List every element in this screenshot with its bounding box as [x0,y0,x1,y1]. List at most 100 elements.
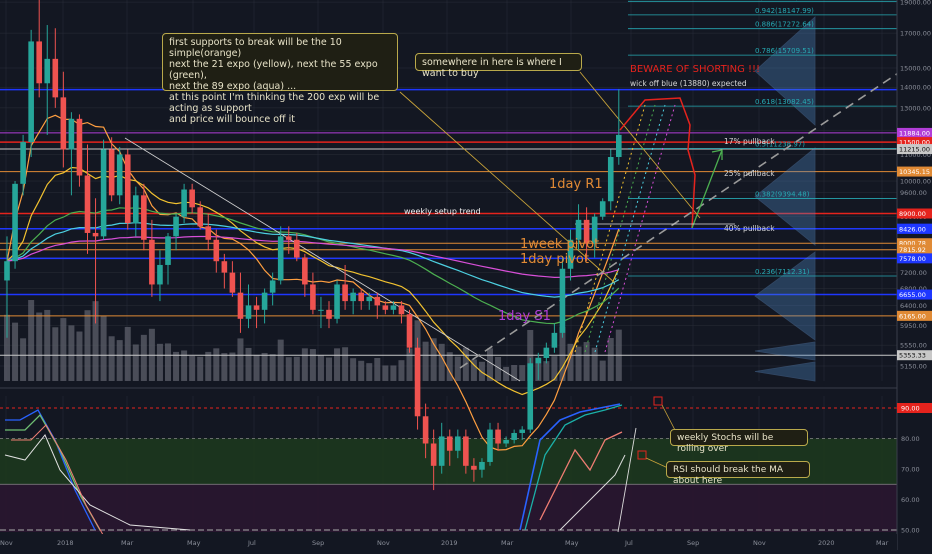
candle-body [213,239,220,262]
candle-body [318,309,324,311]
candle-body [366,296,373,302]
volume-bar [293,356,300,381]
rsi-note: RSI should break the MA about here [666,461,810,486]
candle-body [414,347,421,417]
volume-bar [390,365,397,381]
price-tag-label: 11215.00 [899,146,930,154]
price-tag-label: 8426.00 [899,225,926,233]
osc-tick-label: 90.00 [901,405,920,413]
fib-label: 0.382(9394.48) [755,190,810,198]
candle-body [68,118,75,150]
candle-body [390,305,397,310]
x-tick-label: Sep [312,539,324,547]
osc-tick-label: 70.00 [901,466,920,474]
volume-bar [382,365,389,381]
candle-body [36,41,42,84]
candle-body [44,58,51,84]
volume-bar [140,334,147,381]
volume-bar [60,318,67,381]
candle-body [269,280,276,293]
volume-bar [205,351,212,381]
volume-bar [342,347,349,381]
volume-bar [197,356,204,381]
fib-label: 1(19054.85) [755,0,799,1]
price-tag-label: 8900.00 [899,210,926,218]
candle-body [253,305,260,310]
volume-bar [446,352,453,381]
x-tick-label: 2018 [57,539,74,547]
main-note: first supports to break will be the 10 s… [162,33,398,125]
candle-body [382,305,389,310]
wick-off-label: wick off blue (13880) expected [630,79,747,88]
candle-body [616,134,622,158]
candle-body [108,149,115,196]
candle-body [374,296,381,306]
y-tick-label: 7200.00 [900,269,927,277]
volume-bar [358,360,365,381]
volume-bar [422,341,429,381]
volume-bar [261,352,268,381]
y-tick-label: 5150.00 [900,363,927,371]
x-tick-label: Jul [247,539,256,547]
candle-body [237,292,244,319]
candle-body [285,236,292,240]
candle-body [463,436,469,466]
x-tick-label: May [187,539,201,547]
x-tick-label: Nov [377,539,390,547]
candle-body [189,189,195,208]
volume-bar [20,338,27,381]
volume-bar [374,357,381,381]
candle-body [479,461,485,470]
candle-body [294,239,300,258]
candle-body [181,189,187,217]
pullback-40-label: 40% pullback [724,224,775,233]
price-tag-label: 6165.00 [899,312,926,320]
volume-bar [551,356,558,381]
fib-label: 0.886(17272.64) [755,21,814,29]
candle-body [358,292,364,302]
candle-body [599,201,606,217]
x-tick-label: Mar [876,539,889,547]
stoch-note: weekly Stochs will be rolling over [670,429,808,454]
candle-body [535,357,542,364]
y-tick-label: 9600.00 [900,189,927,197]
candle-body [446,436,453,451]
candle-body [205,226,212,240]
price-tag-label: 10345.15 [899,168,930,176]
osc-tick-label: 80.00 [901,435,920,443]
candle-body [165,236,171,265]
price-tag-label: 6655.00 [899,291,926,299]
volume-bar [309,349,316,381]
x-tick-label: Mar [501,539,514,547]
candle-body [221,261,228,273]
candle-body [455,436,461,451]
volume-bar [543,361,550,381]
candle-body [141,195,147,240]
candle-body [197,207,203,227]
volume-bar [583,342,590,381]
volume-bar [12,322,19,381]
y-tick-label: 10000.00 [900,178,931,186]
price-tag-label: 7578.00 [899,255,926,263]
volume-bar [454,356,461,381]
volume-bar [591,347,598,381]
volume-bar [366,363,373,381]
candle-body [124,154,131,224]
volume-bar [245,347,252,381]
volume-bar [269,354,276,381]
candle-body [310,284,316,310]
candle-body [607,157,614,202]
candle-body [92,232,99,237]
candle-body [422,416,429,444]
candle-body [495,429,501,444]
candle-body [342,284,348,302]
volume-bar [406,348,413,381]
volume-bar [108,336,115,381]
volume-bar [156,343,163,381]
y-tick-label: 15000.00 [900,65,931,73]
price-axis: 19000.00 17000.00 15000.00 14000.00 13000.00… [896,0,932,550]
volume-bar [575,346,582,381]
buy-note: somewhere in here is where I want to buy [415,53,582,79]
x-tick-label: Nov [753,539,766,547]
y-tick-label: 5550.00 [900,342,927,350]
